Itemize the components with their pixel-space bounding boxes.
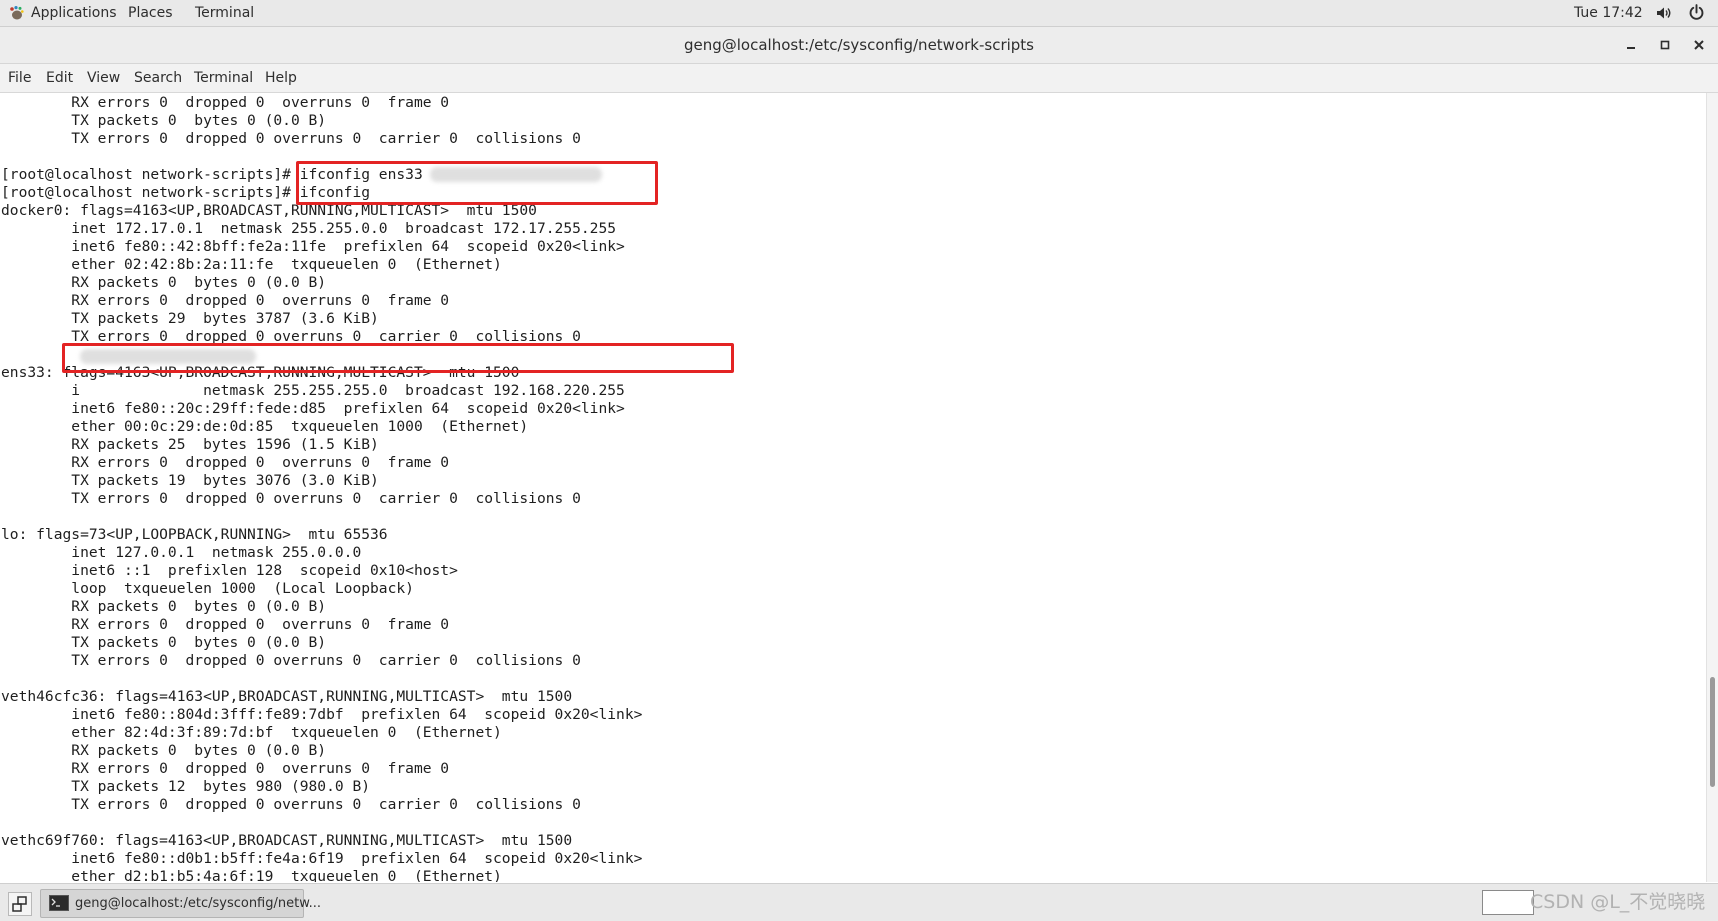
terminal-line: ether 00:0c:29:de:0d:85 txqueuelen 1000 … bbox=[1, 418, 529, 435]
terminal-output[interactable]: RX errors 0 dropped 0 overruns 0 frame 0… bbox=[0, 93, 1704, 882]
terminal-line: TX errors 0 dropped 0 overruns 0 carrier… bbox=[1, 796, 581, 813]
terminal-line: TX errors 0 dropped 0 overruns 0 carrier… bbox=[1, 130, 581, 147]
menu-search[interactable]: Search bbox=[134, 64, 182, 92]
terminal-line: lo: flags=73<UP,LOOPBACK,RUNNING> mtu 65… bbox=[1, 526, 388, 543]
terminal-line: TX packets 0 bytes 0 (0.0 B) bbox=[1, 112, 327, 129]
taskbar-window-label: geng@localhost:/etc/sysconfig/netw... bbox=[75, 896, 322, 911]
terminal-scrollbar[interactable] bbox=[1706, 93, 1718, 882]
terminal-line: RX packets 0 bytes 0 (0.0 B) bbox=[1, 742, 327, 759]
places-menu[interactable]: Places bbox=[128, 0, 173, 26]
maximize-button[interactable] bbox=[1656, 36, 1674, 54]
power-icon[interactable] bbox=[1688, 4, 1705, 21]
terminal-line: inet 127.0.0.1 netmask 255.0.0.0 bbox=[1, 544, 362, 561]
terminal-line: RX errors 0 dropped 0 overruns 0 frame 0 bbox=[1, 616, 450, 633]
terminal-line: i netmask 255.255.255.0 broadcast 192.16… bbox=[1, 382, 625, 399]
terminal-line: TX packets 19 bytes 3076 (3.0 KiB) bbox=[1, 472, 379, 489]
terminal-line: ether d2:b1:b5:4a:6f:19 txqueuelen 0 (Et… bbox=[1, 868, 502, 882]
terminal-line: inet6 fe80::d0b1:b5ff:fe4a:6f19 prefixle… bbox=[1, 850, 643, 867]
terminal-line: TX packets 12 bytes 980 (980.0 B) bbox=[1, 778, 371, 795]
bottom-taskbar: geng@localhost:/etc/sysconfig/netw... CS… bbox=[0, 883, 1718, 921]
menu-file[interactable]: File bbox=[8, 64, 31, 92]
menu-bar: File Edit View Search Terminal Help bbox=[0, 64, 1718, 93]
terminal-line: inet6 fe80::42:8bff:fe2a:11fe prefixlen … bbox=[1, 238, 625, 255]
terminal-line: RX errors 0 dropped 0 overruns 0 frame 0 bbox=[1, 454, 450, 471]
highlight-box-commands bbox=[296, 161, 658, 205]
terminal-line: RX errors 0 dropped 0 overruns 0 frame 0 bbox=[1, 94, 450, 111]
menu-view[interactable]: View bbox=[87, 64, 120, 92]
terminal-line: RX packets 0 bytes 0 (0.0 B) bbox=[1, 598, 327, 615]
terminal-line: veth46cfc36: flags=4163<UP,BROADCAST,RUN… bbox=[1, 688, 573, 705]
window-title: geng@localhost:/etc/sysconfig/network-sc… bbox=[683, 36, 1035, 54]
terminal-line: RX packets 25 bytes 1596 (1.5 KiB) bbox=[1, 436, 379, 453]
terminal-line: TX errors 0 dropped 0 overruns 0 carrier… bbox=[1, 490, 581, 507]
terminal-line: loop txqueuelen 1000 (Local Loopback) bbox=[1, 580, 414, 597]
terminal-line: inet6 fe80::20c:29ff:fede:d85 prefixlen … bbox=[1, 400, 625, 417]
terminal-app-menu[interactable]: Terminal bbox=[195, 0, 254, 26]
applications-menu[interactable]: Applications bbox=[31, 0, 117, 26]
terminal-line: RX errors 0 dropped 0 overruns 0 frame 0 bbox=[1, 292, 450, 309]
terminal-line: TX errors 0 dropped 0 overruns 0 carrier… bbox=[1, 652, 581, 669]
workspace-switcher[interactable] bbox=[1482, 890, 1534, 915]
menu-edit[interactable]: Edit bbox=[46, 64, 73, 92]
terminal-text: RX errors 0 dropped 0 overruns 0 frame 0… bbox=[1, 94, 642, 882]
terminal-line: RX packets 0 bytes 0 (0.0 B) bbox=[1, 274, 327, 291]
window-title-bar[interactable]: geng@localhost:/etc/sysconfig/network-sc… bbox=[0, 27, 1718, 64]
terminal-line: RX errors 0 dropped 0 overruns 0 frame 0 bbox=[1, 760, 450, 777]
terminal-line: inet 172.17.0.1 netmask 255.255.0.0 broa… bbox=[1, 220, 617, 237]
close-button[interactable] bbox=[1690, 36, 1708, 54]
gnome-foot-icon[interactable] bbox=[8, 5, 24, 21]
terminal-icon bbox=[49, 895, 69, 911]
minimize-button[interactable] bbox=[1622, 36, 1640, 54]
watermark: CSDN @L_不觉晓晓 bbox=[1530, 891, 1706, 913]
terminal-line: TX packets 0 bytes 0 (0.0 B) bbox=[1, 634, 327, 651]
menu-terminal[interactable]: Terminal bbox=[194, 64, 253, 92]
panel-clock[interactable]: Tue 17:42 bbox=[1574, 0, 1643, 26]
terminal-line: inet6 fe80::804d:3fff:fe89:7dbf prefixle… bbox=[1, 706, 643, 723]
terminal-line: ether 82:4d:3f:89:7d:bf txqueuelen 0 (Et… bbox=[1, 724, 502, 741]
top-panel: Applications Places Terminal Tue 17:42 bbox=[0, 0, 1718, 27]
volume-icon[interactable] bbox=[1656, 5, 1672, 21]
terminal-line: inet6 ::1 prefixlen 128 scopeid 0x10<hos… bbox=[1, 562, 458, 579]
highlight-box-inet bbox=[62, 343, 734, 373]
terminal-line: TX packets 29 bytes 3787 (3.6 KiB) bbox=[1, 310, 379, 327]
terminal-line: ether 02:42:8b:2a:11:fe txqueuelen 0 (Et… bbox=[1, 256, 502, 273]
menu-help[interactable]: Help bbox=[265, 64, 297, 92]
terminal-line: vethc69f760: flags=4163<UP,BROADCAST,RUN… bbox=[1, 832, 573, 849]
scroll-thumb[interactable] bbox=[1710, 677, 1715, 787]
taskbar-window-button[interactable]: geng@localhost:/etc/sysconfig/netw... bbox=[40, 889, 321, 918]
show-desktop-icon[interactable] bbox=[8, 892, 32, 916]
